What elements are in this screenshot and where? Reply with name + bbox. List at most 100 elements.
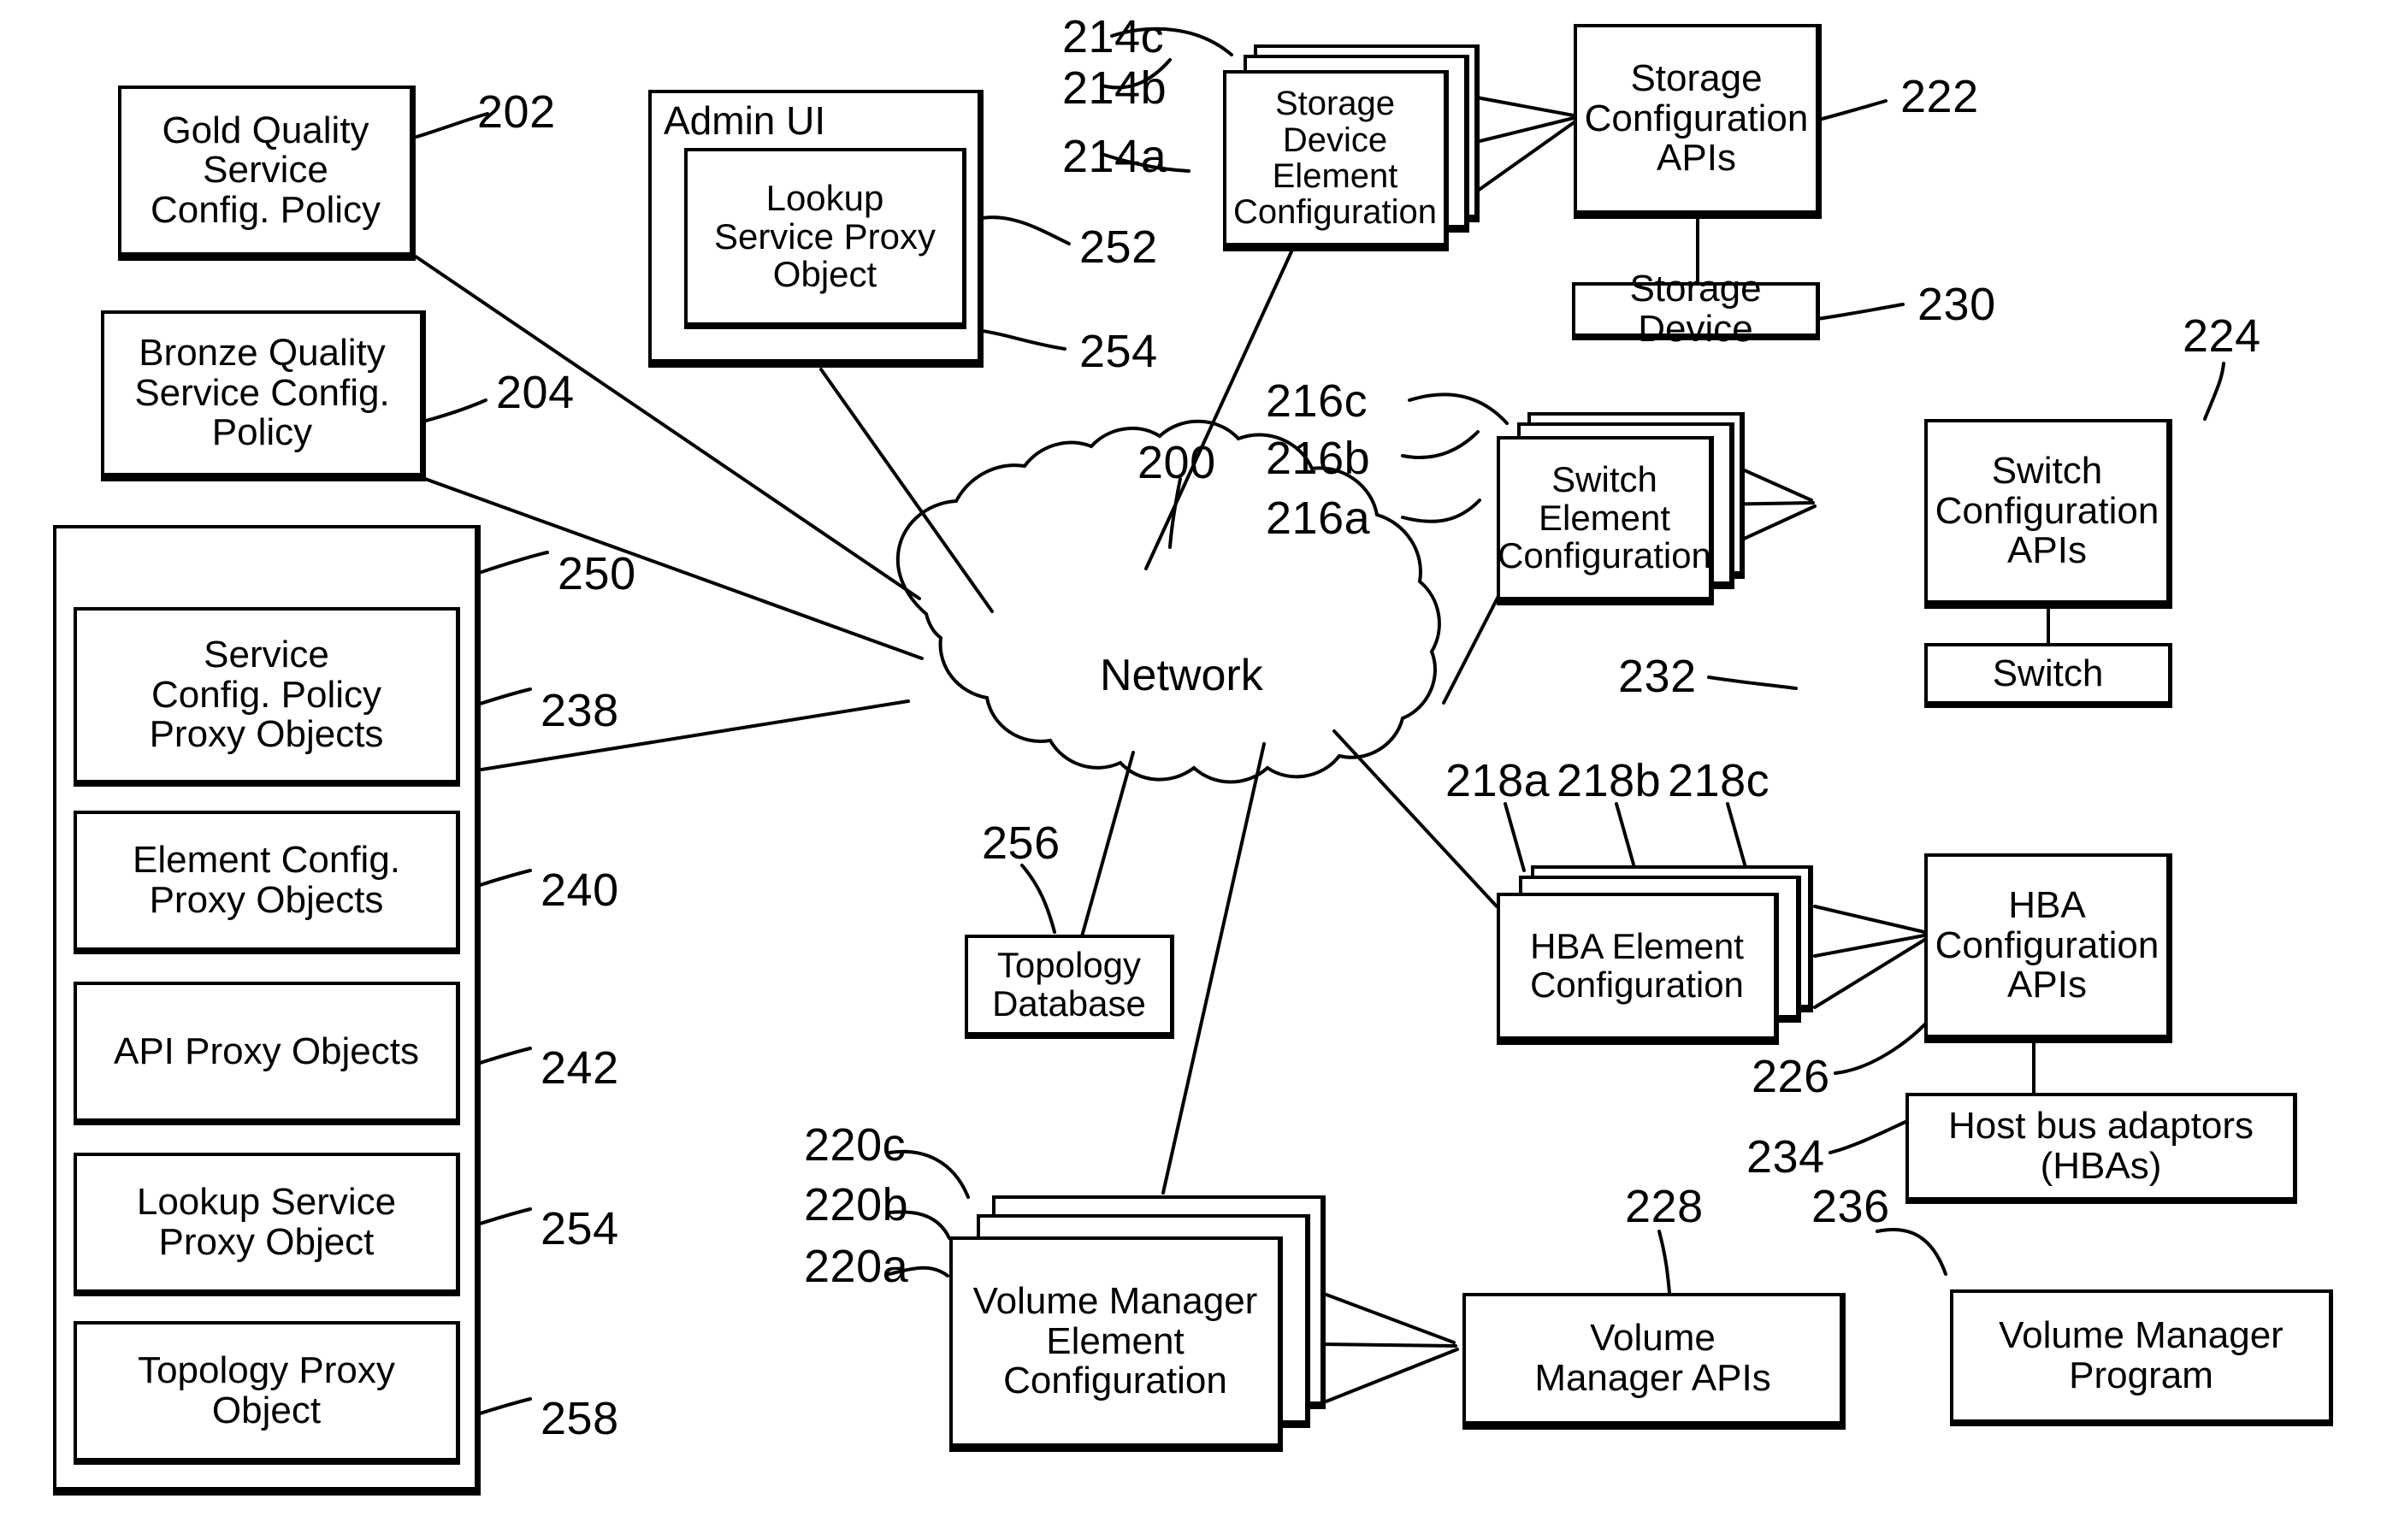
ref-label-204: 204 [496, 367, 575, 418]
leader-232 [1707, 676, 1798, 690]
bronze-policy-label: Bronze Quality Service Config. Policy [134, 332, 390, 454]
switch-configuration-apis-box[interactable]: Switch Configuration APIs [1924, 419, 2172, 609]
gold-policy-label: Gold Quality Service Config. Policy [150, 109, 381, 231]
ref-label-218b: 218b [1557, 755, 1662, 806]
leader-254-admin [970, 327, 1066, 351]
ref-label-220a: 220a [804, 1241, 909, 1292]
tpo-label: Topology Proxy Object [138, 1349, 395, 1431]
ref-label-258: 258 [541, 1393, 619, 1444]
leader-256 [1020, 864, 1056, 934]
hba-element-config-stack[interactable]: HBA Element Configuration [1497, 865, 1822, 1055]
ref-label-242: 242 [541, 1042, 619, 1094]
leader-200 [1168, 477, 1182, 549]
patent-figure-canvas: Gold Quality Service Config. Policy 202 … [0, 0, 2381, 1540]
ref-label-214c: 214c [1062, 11, 1165, 62]
vma-label: Volume Manager APIs [1534, 1317, 1771, 1399]
hbaca-label: HBA Configuration APIs [1935, 884, 2159, 1006]
volume-manager-program-box[interactable]: Volume Manager Program [1950, 1289, 2333, 1426]
link-vmec-to-network [1161, 742, 1266, 1195]
api-proxy-objects-box[interactable]: API Proxy Objects [74, 982, 460, 1125]
ref-label-216a: 216a [1266, 493, 1371, 544]
leader-204 [424, 398, 487, 422]
link-bronze-policy-to-network [423, 477, 924, 660]
hbaec-front[interactable]: HBA Element Configuration [1497, 893, 1779, 1045]
sca-label: Storage Configuration APIs [1584, 57, 1809, 180]
swec-front[interactable]: Switch Element Configuration [1497, 436, 1714, 605]
ref-label-230: 230 [1917, 279, 1996, 330]
storage-configuration-apis-box[interactable]: Storage Configuration APIs [1574, 24, 1822, 219]
ref-label-232: 232 [1618, 651, 1697, 702]
leader-234 [1829, 1120, 1907, 1154]
ref-label-220b: 220b [804, 1179, 909, 1230]
leader-218c [1726, 802, 1748, 872]
link-admin-ui-to-network [819, 368, 994, 613]
topology-db-label: Topology Database [992, 945, 1146, 1024]
hbaec-label: HBA Element Configuration [1530, 926, 1744, 1005]
ref-label-216c: 216c [1266, 375, 1368, 427]
switch-label: Switch [1992, 652, 2104, 694]
link-hba-api-3 [1813, 937, 1928, 1009]
leader-252 [980, 215, 1071, 245]
vmec-label: Volume Manager Element Configuration [972, 1280, 1258, 1402]
leader-228 [1657, 1230, 1671, 1295]
scpp-label: Service Config. Policy Proxy Objects [149, 634, 384, 756]
gold-quality-service-config-policy-box[interactable]: Gold Quality Service Config. Policy [118, 86, 416, 261]
link-topology-db-to-network [1080, 751, 1135, 938]
leader-218b [1615, 802, 1637, 872]
network-cloud-label: Network [1100, 651, 1263, 700]
link-hba-api-1 [1813, 905, 1926, 934]
ref-label-214a: 214a [1062, 131, 1167, 182]
element-config-proxy-objects-box[interactable]: Element Config. Proxy Objects [74, 811, 460, 954]
hba-configuration-apis-box[interactable]: HBA Configuration APIs [1924, 853, 2172, 1043]
storage-device-element-config-stack[interactable]: Storage Device Element Configuration [1223, 44, 1488, 258]
host-bus-adaptors-box[interactable]: Host bus adaptors (HBAs) [1905, 1093, 2297, 1204]
service-config-policy-proxy-objects-box[interactable]: Service Config. Policy Proxy Objects [74, 607, 460, 787]
switch-element-config-stack[interactable]: Switch Element Configuration [1497, 412, 1753, 617]
link-vm-api-3 [1322, 1348, 1459, 1404]
sdec-front[interactable]: Storage Device Element Configuration [1223, 70, 1449, 251]
leader-218a [1504, 802, 1526, 872]
leader-216a [1401, 499, 1481, 523]
ref-label-216b: 216b [1266, 433, 1371, 484]
alp-label: Lookup Service Proxy Object [713, 178, 936, 295]
ref-label-202: 202 [477, 86, 556, 138]
topology-proxy-object-box[interactable]: Topology Proxy Object [74, 1321, 460, 1465]
sdec-label: Storage Device Element Configuration [1233, 85, 1437, 232]
ref-label-240: 240 [541, 864, 619, 916]
ref-label-222: 222 [1900, 71, 1979, 122]
ref-label-220c: 220c [804, 1119, 907, 1171]
ref-label-234: 234 [1746, 1131, 1825, 1183]
lsp-label: Lookup Service Proxy Object [136, 1181, 397, 1263]
ref-label-252: 252 [1079, 221, 1158, 273]
ref-label-224: 224 [2183, 310, 2261, 362]
link-hba-api-2 [1813, 934, 1926, 958]
ref-label-200: 200 [1137, 437, 1216, 488]
api-proxy-label: API Proxy Objects [113, 1030, 419, 1072]
topology-database-box[interactable]: Topology Database [965, 935, 1174, 1039]
admin-ui-title: Admin UI [664, 98, 826, 143]
storage-device-label: Storage Device [1629, 268, 1762, 350]
vmp-label: Volume Manager Program [1999, 1314, 2284, 1396]
admin-lookup-service-proxy-object-box[interactable]: Lookup Service Proxy Object [684, 148, 966, 329]
leader-216b [1401, 430, 1480, 459]
vmec-front[interactable]: Volume Manager Element Configuration [949, 1236, 1283, 1452]
swec-label: Switch Element Configuration [1498, 459, 1711, 576]
leader-216c [1408, 392, 1509, 425]
leader-236 [1876, 1228, 1947, 1276]
swca-label: Switch Configuration APIs [1935, 450, 2159, 572]
ref-label-254-admin: 254 [1079, 326, 1158, 377]
storage-device-box[interactable]: Storage Device [1572, 268, 1820, 349]
ref-label-238: 238 [541, 685, 619, 736]
volume-manager-element-config-stack[interactable]: Volume Manager Element Configuration [949, 1195, 1343, 1452]
ref-label-254-left: 254 [541, 1203, 619, 1254]
ref-label-250: 250 [558, 548, 636, 599]
ref-label-228: 228 [1625, 1181, 1704, 1232]
bronze-quality-service-config-policy-box[interactable]: Bronze Quality Service Config. Policy [101, 310, 426, 481]
ecp-label: Element Config. Proxy Objects [132, 839, 401, 921]
volume-manager-apis-box[interactable]: Volume Manager APIs [1462, 1293, 1846, 1430]
ref-label-226: 226 [1752, 1051, 1830, 1102]
switch-box[interactable]: Switch [1924, 643, 2172, 708]
ref-label-214b: 214b [1062, 62, 1167, 114]
lookup-service-proxy-object-box[interactable]: Lookup Service Proxy Object [74, 1153, 460, 1296]
ref-label-218a: 218a [1445, 755, 1551, 806]
